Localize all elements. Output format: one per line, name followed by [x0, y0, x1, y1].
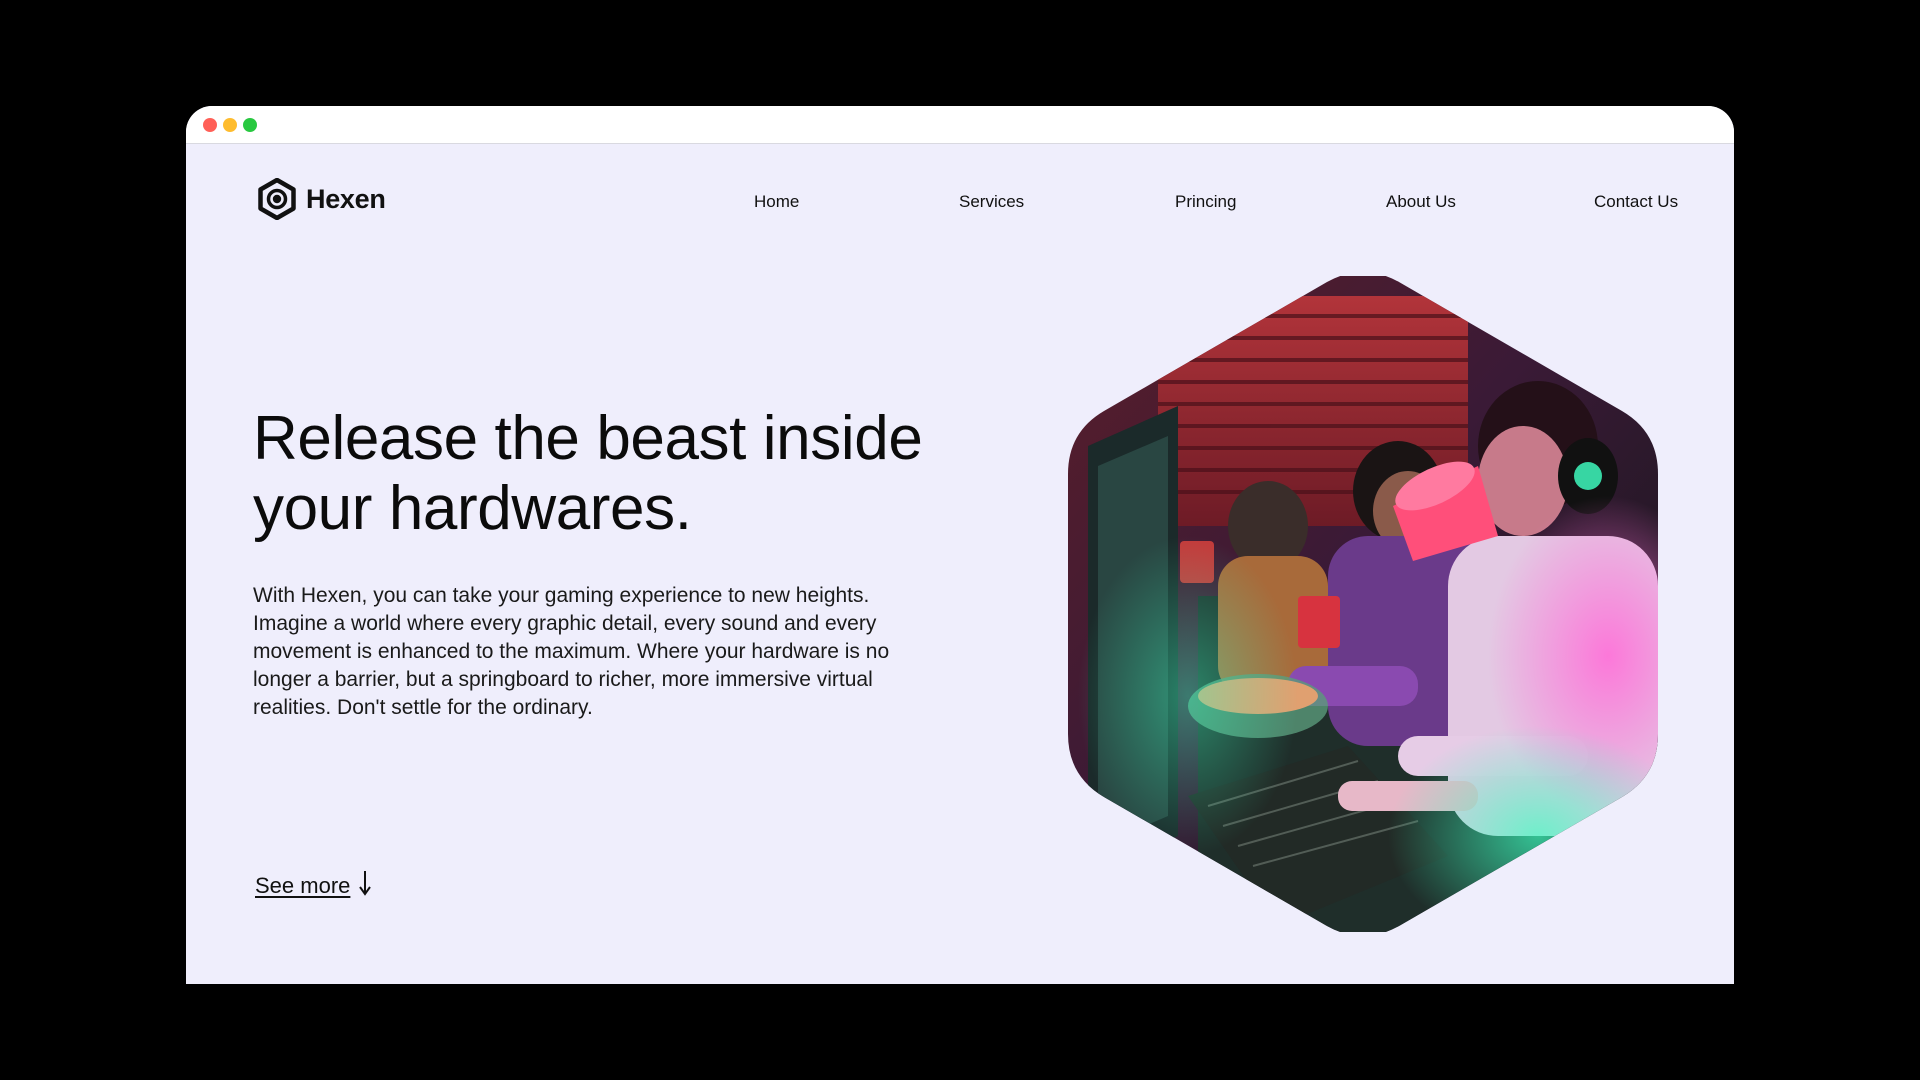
arrow-down-icon: [358, 870, 372, 901]
nav-about-us[interactable]: About Us: [1386, 192, 1456, 212]
minimize-window-button[interactable]: [223, 118, 237, 132]
maximize-window-button[interactable]: [243, 118, 257, 132]
brand-logo[interactable]: Hexen: [256, 178, 386, 220]
see-more-link[interactable]: See more: [255, 870, 372, 901]
hexagon-nut-logo-icon: [256, 178, 298, 220]
nav-pricing[interactable]: Princing: [1175, 192, 1236, 212]
see-more-label: See more: [255, 872, 351, 898]
brand-name: Hexen: [306, 183, 386, 214]
window-titlebar: [186, 106, 1734, 144]
close-window-button[interactable]: [203, 118, 217, 132]
gamers-at-computers-photo: [1068, 276, 1658, 936]
hero-headline: Release the beast inside your hardwares.: [253, 404, 923, 543]
hero-hexagon-image: [1068, 276, 1658, 936]
nav-services[interactable]: Services: [959, 192, 1024, 212]
nav-home[interactable]: Home: [754, 192, 799, 212]
hero-description: With Hexen, you can take your gaming exp…: [253, 584, 890, 719]
nav-contact-us[interactable]: Contact Us: [1594, 192, 1678, 212]
browser-window: Hexen Home Services Princing About Us Co…: [186, 106, 1734, 984]
